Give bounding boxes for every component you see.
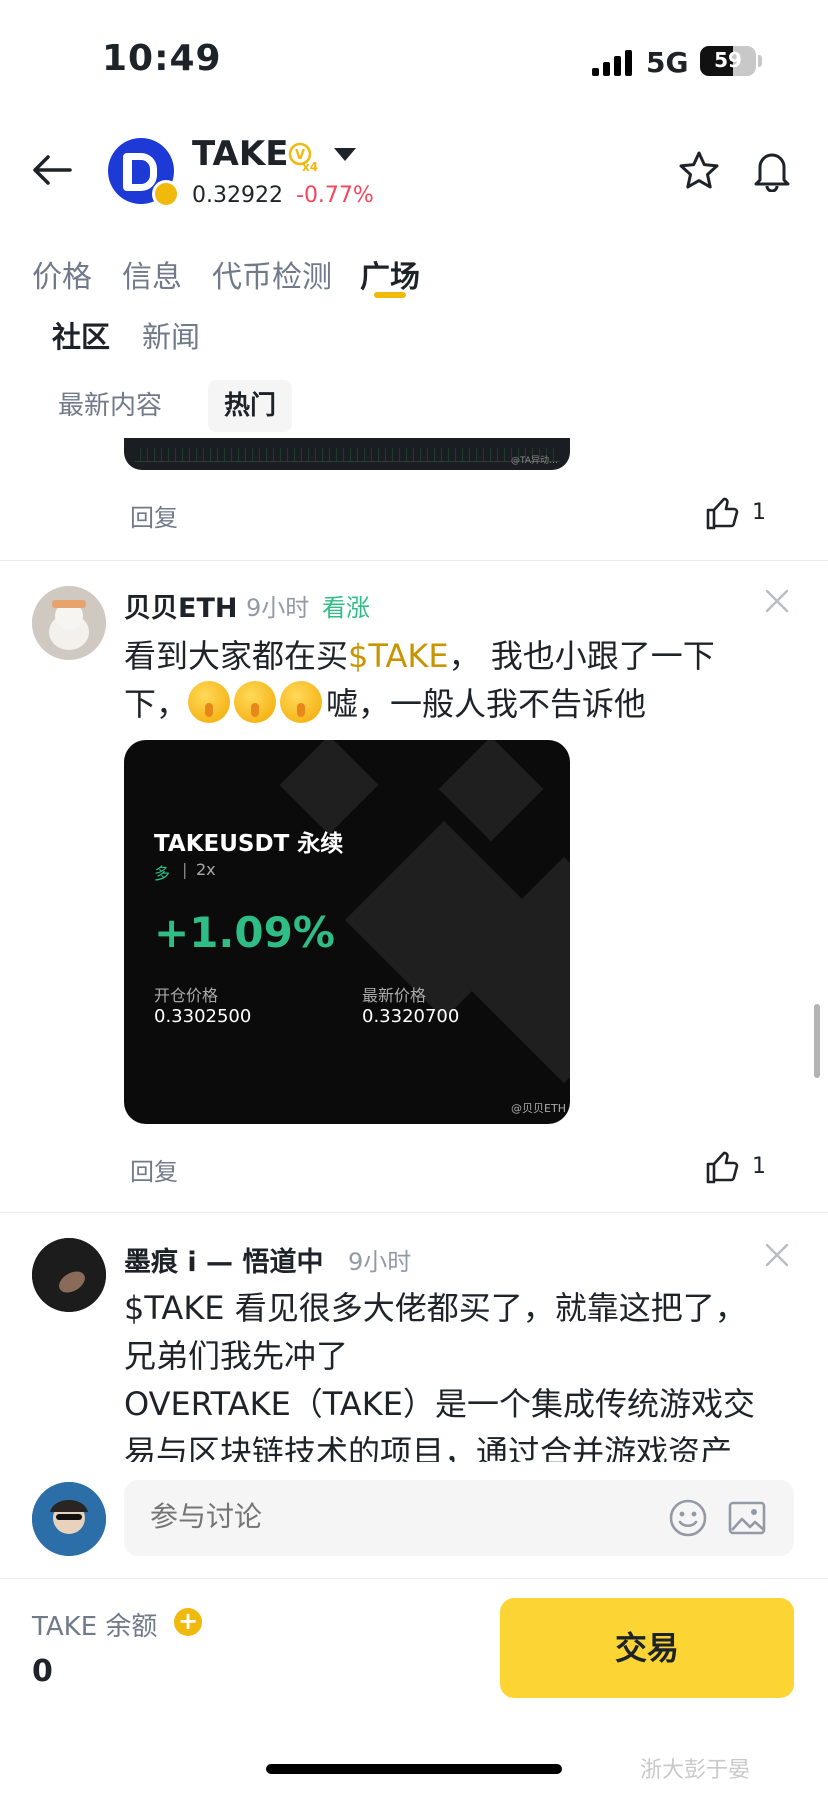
post-text-line: OVERTAKE（TAKE）是一个集成传统游戏交 (124, 1385, 755, 1423)
shushing-emoji-icon (188, 681, 231, 723)
sentiment-badge: 看涨 (322, 594, 370, 622)
post-time: 9小时 (348, 1248, 412, 1276)
reply-button[interactable]: 回复 (130, 1152, 178, 1187)
last-price-label: 最新价格 (362, 986, 427, 1005)
subtab-community[interactable]: 社区 (52, 314, 110, 356)
my-avatar[interactable] (32, 1482, 106, 1556)
post-author[interactable]: 贝贝ETH (124, 586, 237, 625)
add-funds-plus-icon[interactable]: + (174, 1608, 202, 1636)
image-icon[interactable] (728, 1500, 766, 1536)
comment-input[interactable] (150, 1500, 550, 1533)
post-text-line: 易与区块链技术的项目，通过合并游戏资产 (124, 1433, 733, 1462)
like-count: 1 (752, 1154, 766, 1179)
shushing-emoji-icon (280, 681, 323, 723)
thumbs-up-icon[interactable] (706, 496, 740, 530)
subtab-news[interactable]: 新闻 (142, 314, 200, 356)
post-content: $TAKE 看见很多大佬都买了，就靠这把了， 兄弟们我先冲了 OVERTAKE（… (124, 1284, 794, 1462)
filter-hot[interactable]: 热门 (208, 380, 293, 432)
svg-text:x4: x4 (302, 160, 318, 172)
watermark: 浙大彭于晏 (640, 1752, 750, 1784)
token-price: 0.32922 (192, 183, 283, 208)
close-icon[interactable] (764, 1242, 790, 1268)
network-type: 5G (646, 46, 689, 79)
trade-share-card[interactable]: TAKEUSDT 永续 多 | 2x +1.09% 开仓价格 0.3302500… (124, 740, 570, 1124)
like-count: 1 (752, 500, 766, 525)
cellular-signal-icon (592, 48, 634, 76)
status-time: 10:49 (102, 38, 222, 79)
open-price-label: 开仓价格 (154, 986, 219, 1005)
battery-icon: 59 (700, 46, 756, 76)
back-arrow-icon[interactable] (30, 148, 74, 192)
tab-price[interactable]: 价格 (32, 252, 92, 296)
tab-square[interactable]: 广场 (360, 252, 420, 296)
token-symbol[interactable]: TAKE (192, 134, 288, 174)
shushing-emoji-icon (234, 681, 277, 723)
balance-value: 0 (32, 1654, 53, 1689)
post-text-line: 兄弟们我先冲了 (124, 1337, 349, 1375)
trade-button[interactable]: 交易 (500, 1598, 794, 1698)
avatar[interactable] (32, 1238, 106, 1312)
post-time: 9小时 (246, 594, 310, 622)
tab-info[interactable]: 信息 (122, 252, 182, 296)
open-price-value: 0.3302500 (154, 1006, 252, 1027)
tab-token-check[interactable]: 代币检测 (212, 252, 332, 296)
post-divider (0, 560, 828, 561)
last-price-value: 0.3320700 (362, 1006, 460, 1027)
post-text-line: $TAKE 看见很多大佬都买了，就靠这把了， (124, 1289, 747, 1327)
balance-label: TAKE 余额 (32, 1612, 158, 1642)
avatar-image (32, 1238, 106, 1312)
avatar-image (32, 1482, 106, 1556)
reply-button[interactable]: 回复 (130, 498, 178, 533)
post-text: 嘘，一般人我不告诉他 (326, 685, 647, 723)
bnb-chain-badge-icon (152, 180, 180, 208)
image-watermark: @TA异动… (511, 456, 558, 466)
leverage: 2x (196, 860, 216, 879)
battery-cap (758, 55, 762, 67)
token-logo (108, 138, 180, 208)
symbol-dropdown-icon[interactable] (334, 148, 356, 161)
avatar[interactable] (32, 586, 106, 660)
card-watermark: @贝贝ETH (511, 1102, 566, 1115)
post-divider (0, 1212, 828, 1213)
active-tab-indicator (374, 292, 406, 298)
avatar-image (32, 586, 106, 660)
home-indicator[interactable] (266, 1764, 562, 1774)
emoji-icon[interactable] (668, 1498, 708, 1538)
battery-level: 59 (714, 48, 742, 72)
pnl-percent: +1.09% (154, 908, 335, 957)
bottom-divider (0, 1578, 828, 1579)
favorite-star-icon[interactable] (678, 150, 720, 192)
separator: | (182, 860, 188, 879)
close-icon[interactable] (764, 588, 790, 614)
watermark-text: 浙大彭于晏 (640, 1758, 751, 1783)
filter-latest[interactable]: 最新内容 (42, 380, 178, 432)
thumbs-up-icon[interactable] (706, 1150, 740, 1184)
price-change: -0.77% (296, 183, 374, 208)
bell-icon[interactable] (752, 148, 792, 192)
card-title: TAKEUSDT 永续 (154, 831, 344, 857)
cashtag-link[interactable]: $TAKE (348, 637, 449, 675)
verified-x4-badge-icon: V x4 (288, 142, 318, 172)
post-author[interactable]: 墨痕 i — 悟道中 (124, 1240, 323, 1279)
post-text: 看到大家都在买 (124, 637, 349, 675)
post-image[interactable]: @TA异动… (124, 438, 570, 470)
post-content: 看到大家都在买$TAKE， 我也小跟了一下下， 嘘，一般人我不告诉他 (124, 632, 764, 728)
scrollbar[interactable] (814, 1004, 820, 1078)
position-side: 多 (154, 864, 171, 883)
